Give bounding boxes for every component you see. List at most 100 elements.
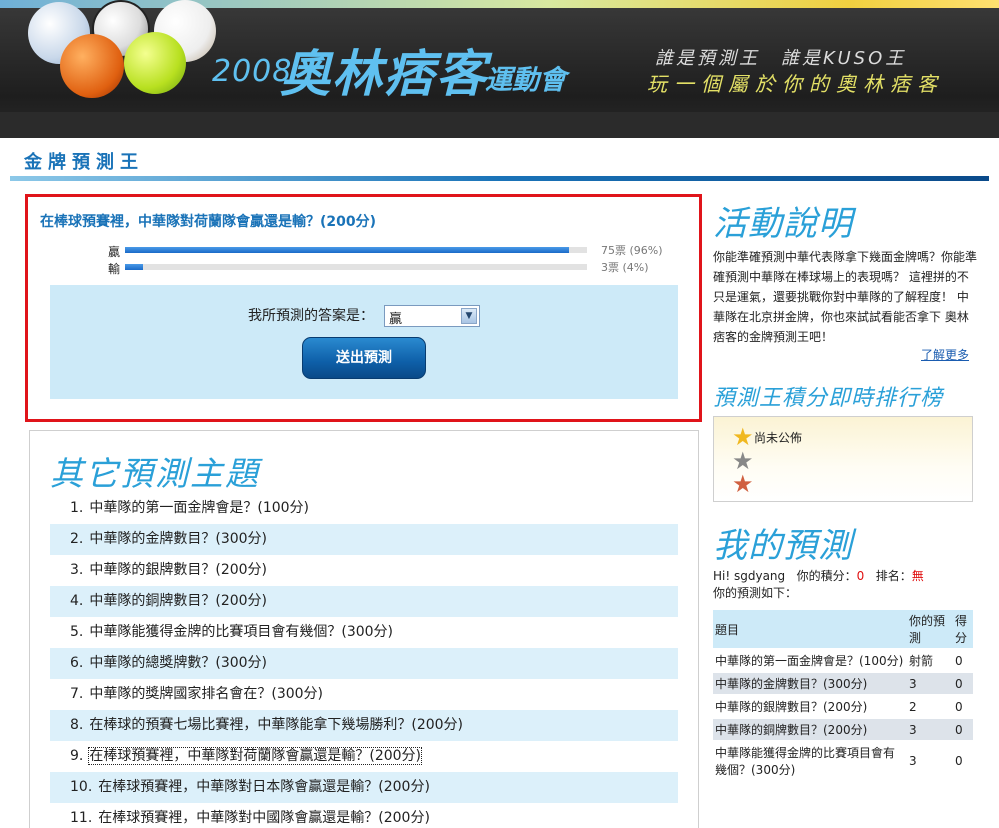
table-cell: 中華隊的銅牌數目？(200分)	[713, 718, 907, 742]
my-predictions-title: 我的預測	[713, 526, 853, 566]
table-cell: 0	[953, 649, 973, 673]
topic-item[interactable]: 3. 中華隊的銀牌數目？(200分)	[50, 555, 678, 586]
poll-bar	[125, 247, 587, 253]
poll-option-label: 贏	[108, 245, 121, 259]
topic-link[interactable]: 中華隊的獎牌國家排名會在？(300分)	[89, 686, 323, 702]
column-header: 你的預測	[907, 610, 953, 650]
table-cell: 0	[953, 695, 973, 719]
banner-stripe	[0, 0, 999, 8]
poll-box: 在棒球預賽裡，中華隊對荷蘭隊會贏還是輸？(200分) 贏 75票 (96%) 輸…	[25, 194, 702, 422]
ranking-status: 尚未公佈	[754, 431, 803, 445]
topic-item[interactable]: 8. 在棒球的預賽七場比賽裡，中華隊能拿下幾場勝利？(200分)	[50, 710, 678, 741]
table-header-row: 題目 你的預測 得分	[713, 610, 973, 650]
tennis-ball-icon	[124, 32, 186, 94]
topic-item[interactable]: 6. 中華隊的總獎牌數？(300分)	[50, 648, 678, 679]
topic-number: 3.	[70, 562, 84, 578]
topic-number: 11.	[70, 810, 93, 826]
poll-bar-fill	[125, 247, 569, 253]
table-cell: 3	[907, 672, 953, 696]
topic-item[interactable]: 10. 在棒球預賽裡，中華隊對日本隊會贏還是輸？(200分)	[50, 772, 678, 803]
topic-number: 10.	[70, 779, 93, 795]
column-header: 題目	[713, 610, 907, 650]
bronze-star-icon: ★	[732, 470, 754, 498]
site-banner: 2008 奧林痞客 運動會 誰是預測王 誰是KUSO王 玩一個屬於你的奧林痞客	[0, 0, 999, 138]
table-cell: 3	[907, 718, 953, 742]
prediction-form: 我所預測的答案是： 贏 ▼ 送出預測	[50, 285, 678, 399]
my-predictions-table: 題目 你的預測 得分 中華隊的第一面金牌會是？(100分) 射箭 0 中華隊的金…	[713, 610, 973, 782]
user-greeting: Hi! sgdyang	[713, 569, 786, 583]
table-cell: 0	[953, 718, 973, 742]
topic-item[interactable]: 5. 中華隊能獲得金牌的比賽項目會有幾個？(300分)	[50, 617, 678, 648]
topic-link[interactable]: 中華隊能獲得金牌的比賽項目會有幾個？(300分)	[89, 624, 393, 640]
column-header: 得分	[953, 610, 973, 650]
topic-number: 1.	[70, 500, 84, 516]
rank-value: 無	[911, 569, 924, 583]
topic-item[interactable]: 4. 中華隊的銅牌數目？(200分)	[50, 586, 678, 617]
chevron-down-icon[interactable]: ▼	[461, 308, 477, 324]
topic-link[interactable]: 在棒球預賽裡，中華隊對荷蘭隊會贏還是輸？(200分)	[88, 747, 423, 765]
table-cell: 2	[907, 695, 953, 719]
poll-question: 在棒球預賽裡，中華隊對荷蘭隊會贏還是輸？(200分)	[40, 214, 377, 230]
table-cell: 3	[907, 741, 953, 782]
table-cell: 中華隊的金牌數目？(300分)	[713, 672, 907, 696]
banner-slogan-1: 誰是預測王 誰是KUSO王	[655, 48, 907, 69]
topic-number: 4.	[70, 593, 84, 609]
banner-subtitle: 運動會	[485, 65, 566, 96]
other-topics-title: 其它預測主題	[50, 454, 260, 493]
poll-option-label: 輸	[108, 262, 121, 276]
poll-bar	[125, 264, 587, 270]
table-row: 中華隊能獲得金牌的比賽項目會有幾個？(300分) 3 0	[713, 741, 973, 782]
poll-bar-fill	[125, 264, 144, 270]
topic-item[interactable]: 2. 中華隊的金牌數目？(300分)	[50, 524, 678, 555]
poll-count: 3票 (4%)	[601, 261, 649, 274]
prediction-label: 我所預測的答案是：	[248, 308, 374, 324]
table-cell: 中華隊的第一面金牌會是？(100分)	[713, 649, 907, 673]
topic-list: 1. 中華隊的第一面金牌會是？(100分) 2. 中華隊的金牌數目？(300分) 3…	[50, 493, 678, 828]
prediction-select[interactable]: 贏 ▼	[384, 305, 480, 327]
topic-link[interactable]: 中華隊的總獎牌數？(300分)	[89, 655, 267, 671]
topic-number: 2.	[70, 531, 84, 547]
ranking-box: ★ 尚未公佈 ★ ★	[713, 416, 973, 502]
score-label: 你的積分：	[796, 569, 857, 583]
table-cell: 0	[953, 672, 973, 696]
description-title: 活動說明	[713, 204, 853, 244]
learn-more-link[interactable]: 了解更多	[921, 346, 969, 363]
topic-link[interactable]: 中華隊的銅牌數目？(200分)	[89, 593, 267, 609]
topic-item[interactable]: 11. 在棒球預賽裡，中華隊對中國隊會贏還是輸？(200分)	[50, 803, 678, 828]
topic-link[interactable]: 在棒球預賽裡，中華隊對日本隊會贏還是輸？(200分)	[98, 779, 430, 795]
topic-number: 5.	[70, 624, 84, 640]
gold-star-icon: ★	[732, 423, 754, 451]
table-row: 中華隊的金牌數目？(300分) 3 0	[713, 672, 973, 696]
ranking-title: 預測王積分即時排行榜	[713, 386, 944, 411]
rank-label: 排名：	[875, 569, 912, 583]
poll-count: 75票 (96%)	[601, 244, 663, 257]
topic-link[interactable]: 在棒球的預賽七場比賽裡，中華隊能拿下幾場勝利？(200分)	[89, 717, 463, 733]
topic-link[interactable]: 中華隊的金牌數目？(300分)	[89, 531, 267, 547]
topic-item-current[interactable]: 9. 在棒球預賽裡，中華隊對荷蘭隊會贏還是輸？(200分)	[50, 741, 678, 772]
table-row: 中華隊的銅牌數目？(200分) 3 0	[713, 718, 973, 742]
topic-number: 6.	[70, 655, 84, 671]
table-cell: 中華隊能獲得金牌的比賽項目會有幾個？(300分)	[713, 741, 907, 782]
topic-number: 9.	[70, 748, 84, 764]
topic-item[interactable]: 1. 中華隊的第一面金牌會是？(100分)	[50, 493, 678, 524]
topic-item[interactable]: 7. 中華隊的獎牌國家排名會在？(300分)	[50, 679, 678, 710]
section-title: 金牌預測王	[24, 152, 144, 173]
description-text: 你能準確預測中華代表隊拿下幾面金牌嗎？你能準確預測中華隊在棒球場上的表現嗎？ 這…	[713, 250, 978, 344]
banner-slogan-2: 玩一個屬於你的奧林痞客	[647, 72, 944, 96]
table-cell: 0	[953, 741, 973, 782]
predictions-list-label: 你的預測如下：	[713, 586, 798, 600]
user-score-line: Hi! sgdyang 你的積分：0 排名：無	[713, 567, 924, 584]
table-row: 中華隊的第一面金牌會是？(100分) 射箭 0	[713, 649, 973, 673]
table-cell: 中華隊的銀牌數目？(200分)	[713, 695, 907, 719]
other-topics-panel: 其它預測主題 1. 中華隊的第一面金牌會是？(100分) 2. 中華隊的金牌數目？(…	[29, 430, 699, 828]
banner-bottom-bar	[0, 112, 999, 138]
table-cell: 射箭	[907, 649, 953, 673]
topic-link[interactable]: 中華隊的第一面金牌會是？(100分)	[89, 500, 309, 516]
topic-number: 7.	[70, 686, 84, 702]
basketball-icon	[60, 34, 124, 98]
submit-prediction-button[interactable]: 送出預測	[302, 337, 426, 379]
section-divider	[10, 176, 989, 181]
score-value: 0	[856, 569, 865, 583]
topic-link[interactable]: 中華隊的銀牌數目？(200分)	[89, 562, 267, 578]
topic-link[interactable]: 在棒球預賽裡，中華隊對中國隊會贏還是輸？(200分)	[98, 810, 430, 826]
